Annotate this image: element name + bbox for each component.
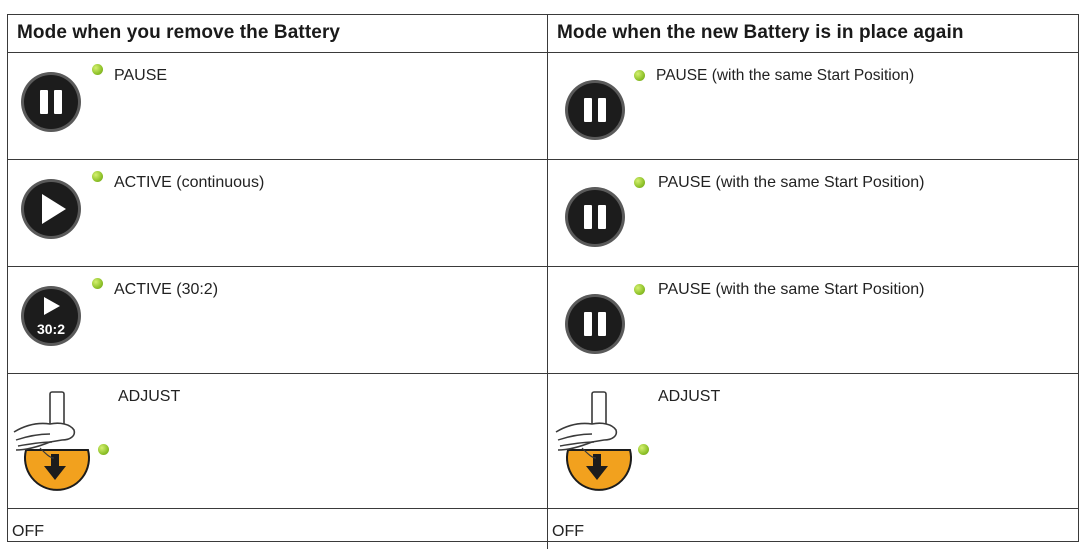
pause-icon [565,187,625,247]
table-row: PAUSE PAUSE (with the same Start Positio… [8,53,1078,160]
cell-new-mode: PAUSE (with the same Start Position) [548,160,1080,266]
table-row: OFF OFF [8,509,1078,549]
mode-label: PAUSE (with the same Start Position) [656,67,915,84]
status-led-icon [92,171,103,182]
mode-label: ACTIVE (30:2) [114,281,219,298]
pause-icon [21,72,81,132]
play-icon [21,179,81,239]
adjust-hand-icon [555,391,632,491]
interval-ratio-text: 30:2 [37,321,65,337]
table-row: ACTIVE (continuous) PAUSE (with the same… [8,160,1078,267]
mode-label: ACTIVE (continuous) [114,174,265,191]
mode-label: PAUSE [114,67,168,84]
mode-label: OFF [552,523,584,540]
status-led-icon [634,70,645,81]
cell-remove-mode: ADJUST [8,374,548,508]
cell-new-mode: PAUSE (with the same Start Position) [548,267,1080,373]
cell-remove-mode: PAUSE [8,53,548,159]
header-remove-battery: Mode when you remove the Battery [17,22,341,43]
table-row: ADJUST ADJUST [8,374,1078,509]
mode-label: PAUSE (with the same Start Position) [658,281,925,298]
header-cell-remove: Mode when you remove the Battery [8,15,548,52]
mode-label: OFF [12,523,44,540]
table-header-row: Mode when you remove the Battery Mode wh… [8,15,1078,53]
cell-new-mode: ADJUST [548,374,1080,508]
adjust-hand-icon [13,391,90,491]
status-led-icon [98,444,109,455]
play-30-2-icon: 30:2 [21,286,81,346]
pause-icon [565,80,625,140]
pause-icon [565,294,625,354]
cell-remove-mode: ACTIVE (continuous) [8,160,548,266]
status-led-icon [638,444,649,455]
status-led-icon [92,278,103,289]
status-led-icon [634,177,645,188]
status-led-icon [634,284,645,295]
cell-remove-mode: OFF [8,509,548,549]
cell-remove-mode: 30:2 ACTIVE (30:2) [8,267,548,373]
table-row: 30:2 ACTIVE (30:2) PAUSE (with the same … [8,267,1078,374]
mode-label: ADJUST [658,388,721,405]
header-new-battery: Mode when the new Battery is in place ag… [557,22,964,43]
status-led-icon [92,64,103,75]
cell-new-mode: PAUSE (with the same Start Position) [548,53,1080,159]
mode-label: ADJUST [118,388,181,405]
battery-mode-table: Mode when you remove the Battery Mode wh… [7,14,1079,549]
mode-label: PAUSE (with the same Start Position) [658,174,925,191]
cell-new-mode: OFF [548,509,1080,549]
header-cell-new: Mode when the new Battery is in place ag… [548,15,1080,52]
